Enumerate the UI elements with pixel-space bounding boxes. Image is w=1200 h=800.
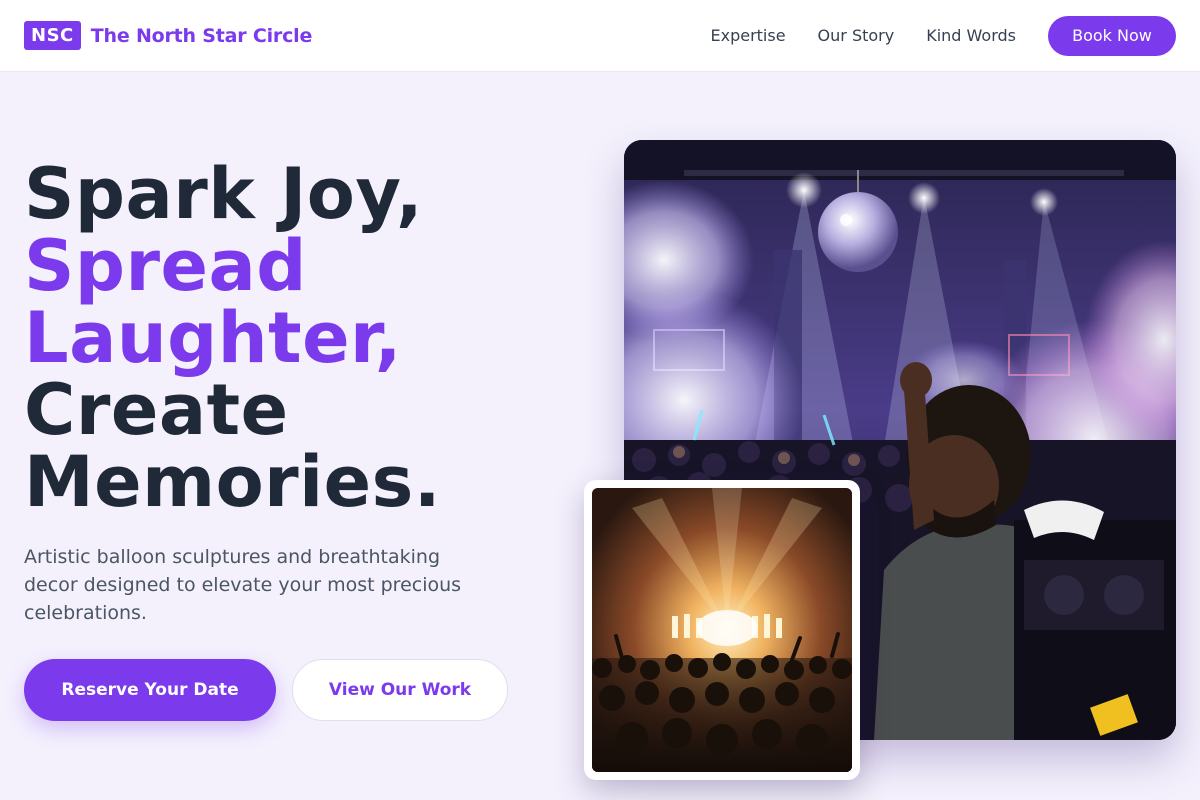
nav-link-kind-words[interactable]: Kind Words: [926, 26, 1016, 45]
concert-illustration: [592, 488, 852, 772]
site-header: NSC The North Star Circle Expertise Our …: [0, 0, 1200, 72]
nav-link-expertise[interactable]: Expertise: [710, 26, 785, 45]
reserve-date-button[interactable]: Reserve Your Date: [24, 659, 276, 721]
headline-line-3: Laughter,: [24, 297, 402, 379]
concert-photo-card: [584, 480, 860, 780]
brand-name[interactable]: The North Star Circle: [91, 25, 313, 47]
hero-subtext: Artistic balloon sculptures and breathta…: [24, 546, 462, 624]
headline-line-5: Memories.: [24, 441, 441, 523]
nav-link-our-story[interactable]: Our Story: [818, 26, 895, 45]
logo-badge[interactable]: NSC: [24, 21, 81, 50]
hero-headline: Spark Joy, Spread Laughter, Create Memor…: [24, 158, 441, 518]
concert-crowd-photo: [592, 488, 852, 772]
headline-line-2: Spread: [24, 225, 307, 307]
headline-line-1: Spark Joy,: [24, 153, 424, 235]
headline-line-4: Create: [24, 369, 289, 451]
view-work-button[interactable]: View Our Work: [292, 659, 508, 721]
book-now-button[interactable]: Book Now: [1048, 15, 1176, 56]
main-nav: Expertise Our Story Kind Words Book Now: [710, 15, 1176, 56]
